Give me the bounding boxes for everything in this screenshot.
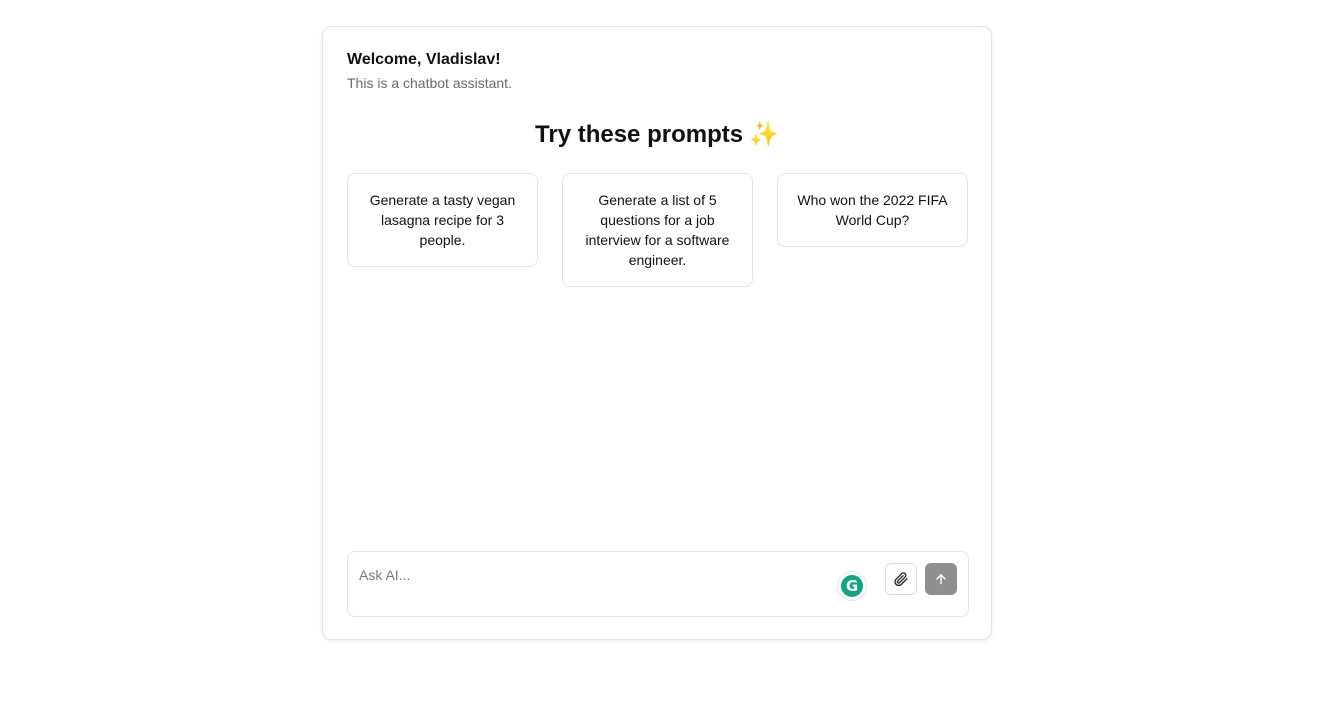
chat-panel: Welcome, Vladislav! This is a chatbot as… xyxy=(322,26,992,640)
ask-ai-input[interactable] xyxy=(359,564,819,586)
paperclip-icon xyxy=(894,572,908,587)
prompt-card-interview-questions[interactable]: Generate a list of 5 questions for a job… xyxy=(562,173,753,287)
sparkle-icon: ✨ xyxy=(749,120,779,148)
prompt-card-world-cup[interactable]: Who won the 2022 FIFA World Cup? xyxy=(777,173,968,247)
send-button[interactable] xyxy=(925,563,957,595)
composer: G xyxy=(347,551,969,617)
attach-button[interactable] xyxy=(885,563,917,595)
welcome-subtitle: This is a chatbot assistant. xyxy=(347,75,512,91)
grammarly-icon[interactable]: G xyxy=(838,572,866,600)
grammarly-badge: G xyxy=(841,575,863,597)
prompts-heading-text: Try these prompts xyxy=(535,121,744,148)
welcome-title: Welcome, Vladislav! xyxy=(347,51,501,68)
prompts-heading: Try these prompts ✨ xyxy=(323,120,991,149)
arrow-up-icon xyxy=(936,574,946,585)
prompt-card-vegan-lasagna[interactable]: Generate a tasty vegan lasagna recipe fo… xyxy=(347,173,538,267)
